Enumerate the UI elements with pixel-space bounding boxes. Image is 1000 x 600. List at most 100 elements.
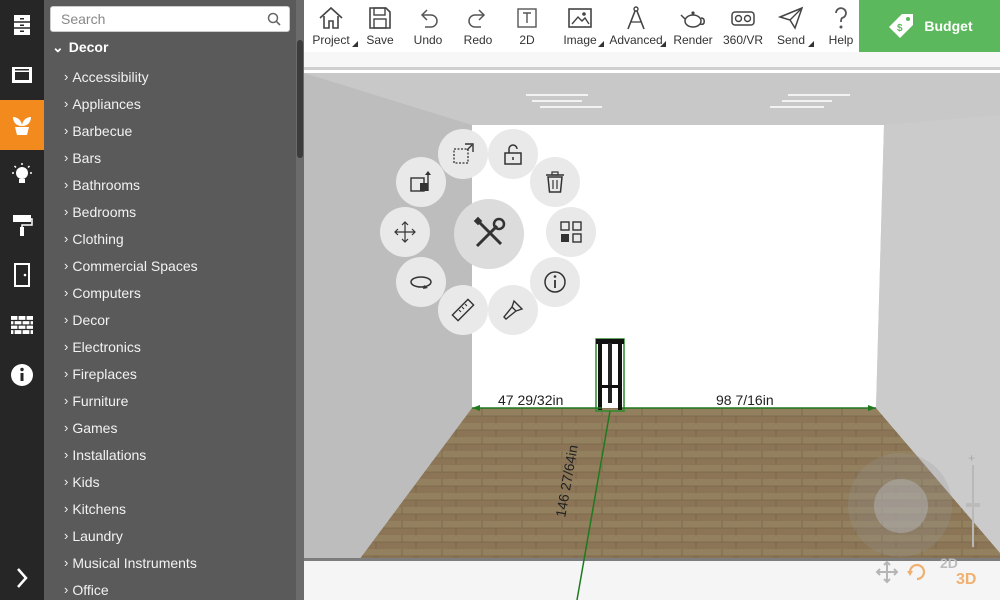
dimension-left: 47 29/32in	[498, 392, 564, 408]
category-item[interactable]: › Computers	[64, 279, 198, 306]
save-label: Save	[366, 33, 394, 47]
category-item[interactable]: › Installations	[64, 441, 198, 468]
3d-viewport[interactable]: 47 29/32in 98 7/16in 146 27/64in + 2D 3D	[304, 73, 1000, 600]
send-button[interactable]: Send	[772, 0, 814, 52]
category-root-decor[interactable]: ⌄ Decor	[52, 38, 108, 56]
budget-button[interactable]: $ Budget	[859, 0, 1000, 52]
save-button[interactable]: Save	[360, 0, 400, 52]
radial-measure[interactable]	[438, 285, 488, 335]
category-label: Kids	[72, 473, 100, 490]
image-button[interactable]: Image	[560, 0, 604, 52]
category-item[interactable]: › Furniture	[64, 387, 198, 414]
category-item[interactable]: › Kids	[64, 468, 198, 495]
view-2d-toggle[interactable]: 2D	[940, 555, 958, 571]
toolbar-divider	[304, 52, 1000, 70]
catalog-scrollbar[interactable]	[297, 40, 303, 158]
radial-elevation[interactable]	[396, 157, 446, 207]
undo-button[interactable]: Undo	[408, 0, 448, 52]
paper-plane-icon	[778, 6, 804, 30]
rail-paint[interactable]	[0, 200, 44, 250]
move-icon	[394, 221, 416, 243]
navigation-joystick[interactable]	[848, 453, 952, 557]
floorplan-2d-icon	[517, 8, 537, 28]
vr-button[interactable]: 360/VR	[722, 0, 764, 52]
zoom-slider[interactable]: +	[966, 451, 980, 555]
radial-move[interactable]	[380, 207, 430, 257]
ruler-icon	[451, 298, 475, 322]
rail-decor[interactable]	[0, 100, 44, 150]
radial-resize[interactable]	[438, 129, 488, 179]
vr-label: 360/VR	[722, 33, 764, 47]
toolbar: Project Save Undo Redo 2D Image Advanced…	[304, 0, 1000, 52]
svg-text:$: $	[897, 23, 903, 34]
radial-tools-center[interactable]	[454, 199, 524, 269]
paint-brush-icon	[503, 299, 524, 320]
help-button[interactable]: Help	[824, 0, 858, 52]
category-label: Barbecue	[72, 122, 133, 139]
category-item[interactable]: › Clothing	[64, 225, 198, 252]
rail-doors[interactable]	[0, 250, 44, 300]
oven-icon	[12, 67, 32, 83]
category-item[interactable]: › Musical Instruments	[64, 549, 198, 576]
chevron-right-icon: ›	[64, 150, 69, 165]
category-item[interactable]: › Fireplaces	[64, 360, 198, 387]
category-item[interactable]: › Office	[64, 576, 198, 600]
view-3d-toggle[interactable]: 3D	[956, 571, 976, 589]
search-icon[interactable]	[267, 12, 281, 26]
category-item[interactable]: › Bars	[64, 144, 198, 171]
question-mark-icon	[835, 7, 847, 29]
category-item[interactable]: › Accessibility	[64, 63, 198, 90]
radial-duplicate[interactable]	[546, 207, 596, 257]
category-item[interactable]: › Bedrooms	[64, 198, 198, 225]
radial-delete[interactable]	[530, 157, 580, 207]
radial-paint[interactable]	[488, 285, 538, 335]
category-item[interactable]: › Decor	[64, 306, 198, 333]
category-item[interactable]: › Commercial Spaces	[64, 252, 198, 279]
rail-lighting[interactable]	[0, 150, 44, 200]
view-2d-button[interactable]: 2D	[508, 0, 546, 52]
expand-panel-button[interactable]	[0, 555, 44, 600]
redo-button[interactable]: Redo	[458, 0, 498, 52]
category-label: Decor	[72, 311, 110, 328]
radial-rotate[interactable]	[396, 257, 446, 307]
render-button[interactable]: Render	[672, 0, 714, 52]
chevron-right-icon: ›	[64, 447, 69, 462]
door-icon	[14, 263, 30, 287]
chevron-right-icon: ›	[64, 339, 69, 354]
duplicate-icon	[560, 221, 582, 243]
undo-icon	[420, 9, 438, 28]
save-icon	[369, 7, 391, 29]
category-label: Kitchens	[72, 500, 127, 517]
category-item[interactable]: › Barbecue	[64, 117, 198, 144]
chevron-right-icon: ›	[64, 366, 69, 381]
radial-unlock[interactable]	[488, 129, 538, 179]
category-item[interactable]: › Laundry	[64, 522, 198, 549]
project-button[interactable]: Project	[308, 0, 358, 52]
help-label: Help	[828, 33, 854, 47]
rail-cabinets[interactable]	[0, 0, 44, 50]
rail-appliances[interactable]	[0, 50, 44, 100]
category-item[interactable]: › Kitchens	[64, 495, 198, 522]
category-item[interactable]: › Electronics	[64, 333, 198, 360]
advanced-label: Advanced	[609, 33, 663, 47]
rail-walls[interactable]	[0, 300, 44, 350]
category-label: Installations	[72, 446, 147, 463]
radial-info[interactable]	[530, 257, 580, 307]
undo-label: Undo	[413, 33, 443, 47]
category-item[interactable]: › Appliances	[64, 90, 198, 117]
orbit-mode-icon[interactable]	[904, 560, 930, 584]
category-label: Clothing	[72, 230, 124, 247]
rail-info[interactable]	[0, 350, 44, 400]
move-mode-icon[interactable]	[874, 560, 900, 584]
image-icon	[568, 8, 592, 28]
category-label: Furniture	[72, 392, 129, 409]
advanced-button[interactable]: Advanced	[609, 0, 666, 52]
category-item[interactable]: › Games	[64, 414, 198, 441]
compass-icon	[627, 6, 645, 30]
chevron-right-icon: ›	[64, 501, 69, 516]
dropdown-indicator	[598, 41, 604, 47]
image-label: Image	[563, 33, 597, 47]
category-label: Commercial Spaces	[72, 257, 198, 274]
search-input[interactable]	[51, 7, 261, 31]
category-item[interactable]: › Bathrooms	[64, 171, 198, 198]
